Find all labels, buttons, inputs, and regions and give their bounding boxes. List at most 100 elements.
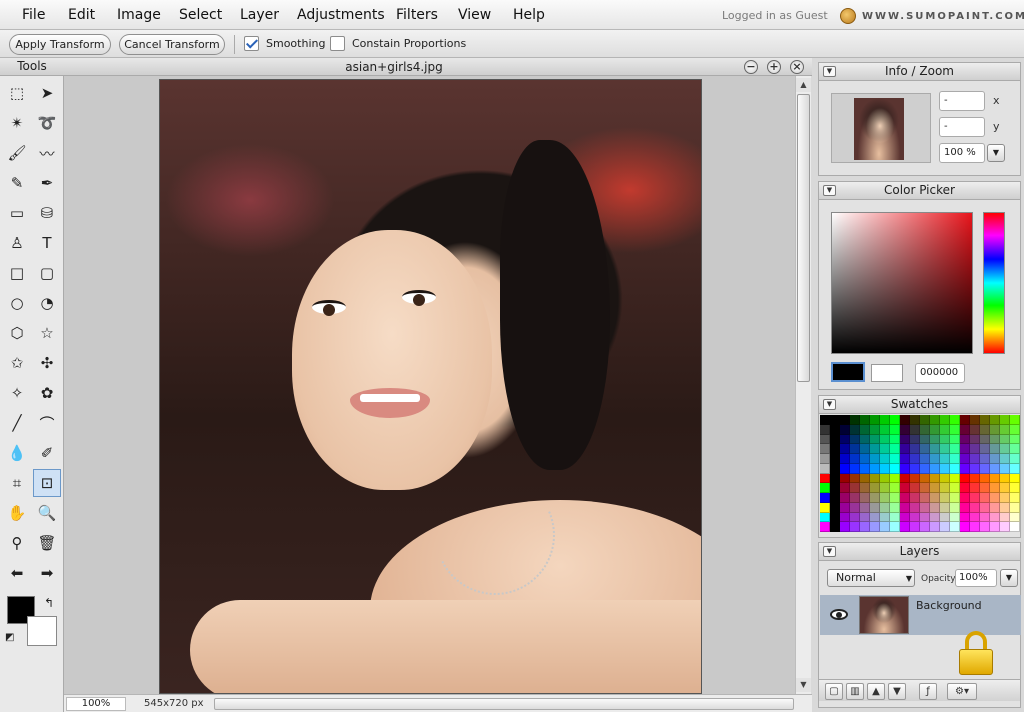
color-swatch[interactable]	[900, 434, 910, 445]
canvas-area[interactable]	[64, 76, 795, 694]
swatch-grid[interactable]	[820, 415, 1020, 532]
color-swatch[interactable]	[970, 522, 980, 532]
color-swatch[interactable]	[990, 444, 1000, 454]
color-swatch[interactable]	[820, 444, 830, 454]
zoom-readout[interactable]: 100%	[66, 697, 126, 711]
color-swatch[interactable]	[840, 415, 850, 425]
color-swatch[interactable]	[840, 483, 850, 493]
color-swatch[interactable]	[880, 463, 890, 474]
color-swatch[interactable]	[930, 463, 940, 474]
color-swatch[interactable]	[920, 493, 930, 503]
color-swatch[interactable]	[910, 522, 920, 532]
color-swatch[interactable]	[930, 512, 940, 523]
color-swatch[interactable]	[850, 434, 860, 445]
color-swatch[interactable]	[870, 522, 880, 532]
color-swatch[interactable]	[850, 463, 860, 474]
color-swatch[interactable]	[890, 454, 900, 464]
color-swatch[interactable]	[910, 483, 920, 493]
color-swatch[interactable]	[950, 463, 960, 474]
color-swatch[interactable]	[860, 512, 870, 523]
ellipse-icon[interactable]: ○	[3, 289, 31, 317]
menu-layer[interactable]: Layer	[240, 7, 279, 23]
trash-icon[interactable]: 🗑	[33, 529, 61, 557]
color-swatch[interactable]	[860, 522, 870, 532]
color-swatch[interactable]	[920, 444, 930, 454]
login-status[interactable]: Logged in as Guest	[722, 9, 828, 22]
color-swatch[interactable]	[860, 473, 870, 484]
color-swatch[interactable]	[940, 483, 950, 493]
color-swatch[interactable]	[960, 454, 970, 464]
color-swatch[interactable]	[1000, 512, 1010, 523]
color-swatch[interactable]	[850, 473, 860, 484]
current-foreground-swatch[interactable]	[831, 362, 865, 382]
color-swatch[interactable]	[990, 473, 1000, 484]
color-swatch[interactable]	[950, 483, 960, 493]
swatches-header[interactable]: ▼ Swatches	[819, 396, 1020, 414]
color-swatch[interactable]	[840, 502, 850, 513]
color-swatch[interactable]	[830, 444, 840, 454]
color-swatch[interactable]	[970, 493, 980, 503]
menu-select[interactable]: Select	[179, 7, 222, 23]
color-swatch[interactable]	[860, 434, 870, 445]
color-swatch[interactable]	[1000, 502, 1010, 513]
color-swatch[interactable]	[920, 463, 930, 474]
color-swatch[interactable]	[1010, 424, 1020, 435]
color-swatch[interactable]	[900, 483, 910, 493]
color-swatch[interactable]	[960, 473, 970, 484]
clone-stamp-icon[interactable]: ♙	[3, 229, 31, 257]
color-swatch[interactable]	[870, 493, 880, 503]
color-swatch[interactable]	[910, 434, 920, 445]
blob-shape-icon[interactable]: ✧	[3, 379, 31, 407]
color-swatch[interactable]	[860, 454, 870, 464]
zoom-icon[interactable]: 🔍	[33, 499, 61, 527]
color-swatch[interactable]	[820, 512, 830, 523]
color-swatch[interactable]	[910, 415, 920, 425]
color-swatch[interactable]	[820, 483, 830, 493]
color-swatch[interactable]	[840, 473, 850, 484]
layer-name[interactable]: Background	[916, 599, 982, 612]
layers-header[interactable]: ▼ Layers	[819, 543, 1020, 561]
scroll-down-icon[interactable]: ▼	[796, 678, 811, 692]
color-swatch[interactable]	[840, 424, 850, 435]
magic-wand-icon[interactable]: ✴	[3, 109, 31, 137]
document-image[interactable]	[159, 79, 702, 694]
color-swatch[interactable]	[930, 444, 940, 454]
color-swatch[interactable]	[950, 415, 960, 425]
color-swatch[interactable]	[930, 483, 940, 493]
color-swatch[interactable]	[990, 463, 1000, 474]
color-swatch[interactable]	[960, 502, 970, 513]
color-swatch[interactable]	[990, 522, 1000, 532]
color-swatch[interactable]	[830, 434, 840, 445]
apply-transform-button[interactable]: Apply Transform	[9, 34, 111, 55]
opacity-dropdown-icon[interactable]: ▼	[1000, 569, 1018, 587]
move-arrow-icon[interactable]: ➤	[33, 79, 61, 107]
color-swatch[interactable]	[840, 493, 850, 503]
collapse-icon[interactable]: ▼	[823, 185, 836, 196]
crop-icon[interactable]: ⌗	[3, 469, 31, 497]
color-swatch[interactable]	[890, 424, 900, 435]
color-swatch[interactable]	[890, 444, 900, 454]
color-swatch[interactable]	[880, 415, 890, 425]
color-swatch[interactable]	[860, 463, 870, 474]
color-swatch[interactable]	[840, 434, 850, 445]
layer-row[interactable]: Background	[820, 595, 1021, 635]
scroll-up-icon[interactable]: ▲	[796, 78, 811, 92]
color-swatch[interactable]	[890, 493, 900, 503]
color-swatch[interactable]	[900, 415, 910, 425]
move-layer-up-icon[interactable]: ▲	[867, 683, 885, 700]
color-swatch[interactable]	[830, 415, 840, 425]
color-swatch[interactable]	[860, 415, 870, 425]
color-swatch[interactable]	[900, 502, 910, 513]
color-swatch[interactable]	[1010, 502, 1020, 513]
info-zoom-header[interactable]: ▼ Info / Zoom	[819, 63, 1020, 81]
constrain-proportions-checkbox[interactable]	[330, 36, 345, 51]
menu-filters[interactable]: Filters	[396, 7, 438, 23]
color-swatch[interactable]	[820, 502, 830, 513]
color-swatch[interactable]	[900, 522, 910, 532]
color-swatch[interactable]	[1010, 415, 1020, 425]
color-swatch[interactable]	[1010, 434, 1020, 445]
collapse-icon[interactable]: ▼	[823, 66, 836, 77]
color-swatch[interactable]	[860, 444, 870, 454]
color-swatch[interactable]	[950, 434, 960, 445]
color-swatch[interactable]	[1000, 483, 1010, 493]
